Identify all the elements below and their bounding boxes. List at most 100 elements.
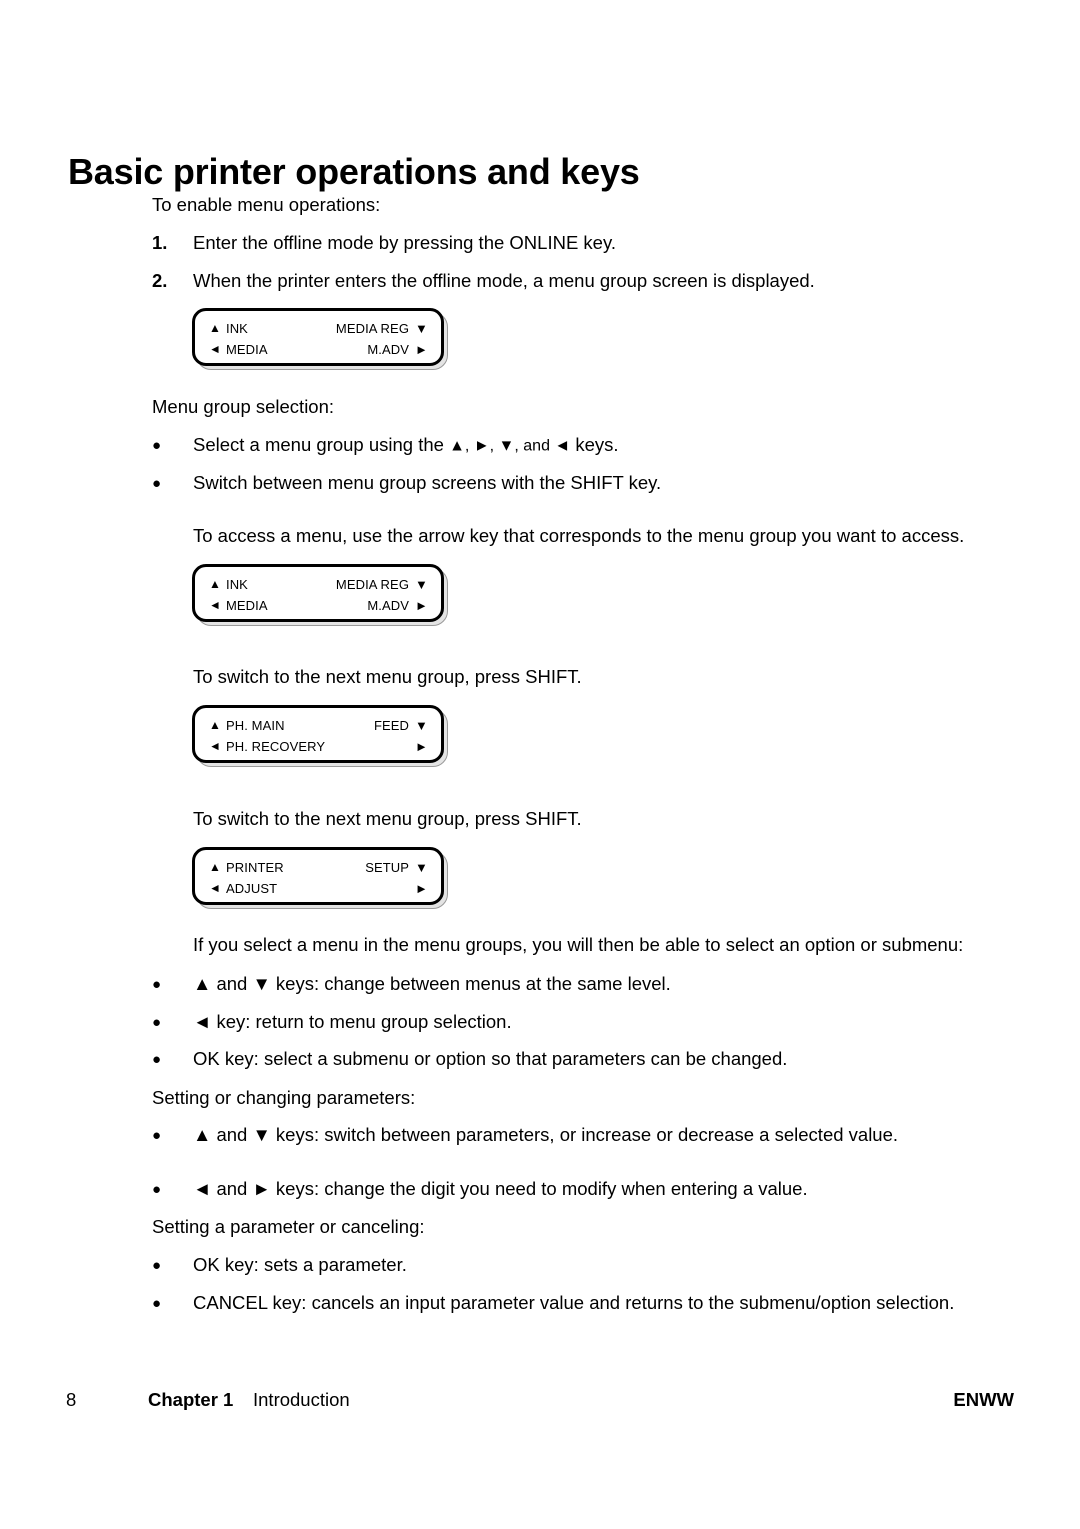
lcd-label: SETUP xyxy=(365,859,410,875)
bullet-icon: ● xyxy=(152,1257,162,1274)
bullet-icon: ● xyxy=(152,1014,162,1031)
shift-note-2: To switch to the next menu group, press … xyxy=(193,808,582,829)
left-arrow-icon: ◄ xyxy=(209,598,221,612)
lcd-cell-bottom-right: ► xyxy=(409,882,428,895)
submenu-section-lead: If you select a menu in the menu groups,… xyxy=(193,934,964,955)
lcd-label: MEDIA xyxy=(225,597,268,613)
bullet-left-right-keys-digit: ● ◄ and ► keys: change the digit you need… xyxy=(152,1177,808,1202)
lcd-cell-bottom-left: ◄ ADJUST xyxy=(209,881,277,896)
down-arrow-icon: ▼ xyxy=(415,859,428,875)
lcd-row-bottom: ◄ MEDIA M.ADV ► xyxy=(195,595,441,615)
lcd-label: INK xyxy=(225,320,248,336)
lcd-label: PH. MAIN xyxy=(225,717,285,733)
left-arrow-icon: ◄ xyxy=(209,342,221,356)
lcd-cell-top-right: SETUP ▼ xyxy=(365,860,428,875)
bullet-icon: ● xyxy=(152,1295,162,1312)
bullet-text: OK key: sets a parameter. xyxy=(193,1254,407,1275)
lcd-label: MEDIA xyxy=(225,341,268,357)
numbered-item-1: 1. Enter the offline mode by pressing the… xyxy=(152,231,616,255)
bullet-switch-menu-group: ● Switch between menu group screens with … xyxy=(152,471,661,496)
lcd-screen: ▲ INK MEDIA REG ▼ ◄ MEDIA M.ADV ► xyxy=(192,564,444,622)
lcd-cell-bottom-right: ► xyxy=(409,740,428,753)
bullet-up-down-keys-menus: ● ▲ and ▼ keys: change between menus at t… xyxy=(152,972,671,997)
bullet-text: CANCEL key: cancels an input parameter v… xyxy=(193,1292,955,1313)
lcd-row-top: ▲ INK MEDIA REG ▼ xyxy=(195,574,441,594)
intro-lead: To enable menu operations: xyxy=(152,194,381,215)
right-arrow-icon: ► xyxy=(415,880,428,896)
footer-chapter-title: Introduction xyxy=(253,1389,350,1410)
lcd-row-bottom: ◄ ADJUST ► xyxy=(195,878,441,898)
lcd-panel-menu-group-4: ▲ PRINTER SETUP ▼ ◄ ADJUST ► xyxy=(192,847,454,915)
bullet-icon: ● xyxy=(152,475,162,492)
bullet-left-key-return: ● ◄ key: return to menu group selection. xyxy=(152,1010,512,1035)
bullet-ok-key-select: ● OK key: select a submenu or option so t… xyxy=(152,1047,787,1072)
lcd-label: M.ADV xyxy=(367,341,410,357)
down-arrow-icon: ▼ xyxy=(415,717,428,733)
up-arrow-icon: ▲ xyxy=(209,577,221,591)
lcd-screen: ▲ PRINTER SETUP ▼ ◄ ADJUST ► xyxy=(192,847,444,905)
lcd-panel-menu-group-1: ▲ INK MEDIA REG ▼ ◄ MEDIA M.ADV ► xyxy=(192,308,454,376)
lcd-row-bottom: ◄ PH. RECOVERY ► xyxy=(195,736,441,756)
menu-group-selection-lead: Menu group selection: xyxy=(152,396,335,417)
bullet-select-menu-group: ● Select a menu group using the ▲, ►, ▼, … xyxy=(152,433,619,459)
lcd-panel-menu-group-2: ▲ INK MEDIA REG ▼ ◄ MEDIA M.ADV ► xyxy=(192,564,454,632)
bullet-text: ▲ and ▼ keys: switch between parameters,… xyxy=(193,1124,899,1145)
page-footer: 8 Chapter 1 Introduction ENWW xyxy=(0,1388,1080,1412)
footer-chapter: Chapter 1 xyxy=(148,1389,234,1410)
down-arrow-icon: ▼ xyxy=(415,320,428,336)
bullet-icon: ● xyxy=(152,976,162,993)
bullet-icon: ● xyxy=(152,1127,162,1144)
lcd-row-top: ▲ PH. MAIN FEED ▼ xyxy=(195,715,441,735)
shift-note-1: To switch to the next menu group, press … xyxy=(193,666,582,687)
bullet-text: ◄ key: return to menu group selection. xyxy=(193,1011,512,1032)
bullet-up-down-keys-params: ● ▲ and ▼ keys: switch between parameters… xyxy=(152,1123,898,1148)
lcd-screen: ▲ PH. MAIN FEED ▼ ◄ PH. RECOVERY ► xyxy=(192,705,444,763)
lcd-cell-bottom-left: ◄ PH. RECOVERY xyxy=(209,739,325,754)
lcd-cell-top-right: MEDIA REG ▼ xyxy=(336,321,428,336)
lcd-cell-bottom-right: M.ADV ► xyxy=(367,342,428,357)
lcd-cell-bottom-left: ◄ MEDIA xyxy=(209,342,268,357)
list-marker: 2. xyxy=(152,270,168,291)
lcd-cell-top-right: FEED ▼ xyxy=(374,718,428,733)
cancel-section-lead: Setting a parameter or canceling: xyxy=(152,1216,425,1237)
lcd-label: MEDIA REG xyxy=(335,576,410,592)
bullet-icon: ● xyxy=(152,1181,162,1198)
bullet-text: ◄ and ► keys: change the digit you need … xyxy=(193,1178,808,1199)
left-arrow-icon: ◄ xyxy=(209,739,221,753)
up-arrow-icon: ▲ xyxy=(209,321,221,335)
parameters-section-lead: Setting or changing parameters: xyxy=(152,1087,416,1108)
page-title: Basic printer operations and keys xyxy=(68,151,640,193)
footer-brand: ENWW xyxy=(953,1389,1014,1410)
lcd-row-top: ▲ PRINTER SETUP ▼ xyxy=(195,857,441,877)
bullet-text: OK key: select a submenu or option so th… xyxy=(193,1048,788,1069)
lcd-label: FEED xyxy=(373,717,410,733)
bullet-text-prefix: Select a menu group using the xyxy=(193,434,450,455)
left-arrow-icon: ◄ xyxy=(209,881,221,895)
right-arrow-icon: ► xyxy=(415,597,428,613)
list-marker: 1. xyxy=(152,232,168,253)
bullet-icon: ● xyxy=(152,1051,162,1068)
lcd-label: MEDIA REG xyxy=(335,320,410,336)
bullet-text: Switch between menu group screens with t… xyxy=(193,472,662,493)
up-arrow-icon: ▲ xyxy=(209,718,221,732)
lcd-label: PH. RECOVERY xyxy=(225,738,326,754)
down-arrow-icon: ▼ xyxy=(415,576,428,592)
lcd-cell-top-left: ▲ PH. MAIN xyxy=(209,718,285,733)
access-menu-note: To access a menu, use the arrow key that… xyxy=(193,525,965,546)
list-text: Enter the offline mode by pressing the O… xyxy=(193,232,616,253)
lcd-label: INK xyxy=(225,576,248,592)
numbered-item-2: 2. When the printer enters the offline mo… xyxy=(152,269,815,293)
list-text: When the printer enters the offline mode… xyxy=(193,270,815,291)
lcd-row-bottom: ◄ MEDIA M.ADV ► xyxy=(195,339,441,359)
footer-page-number: 8 xyxy=(66,1389,77,1410)
bullet-cancel-key: ● CANCEL key: cancels an input parameter … xyxy=(152,1291,954,1316)
lcd-screen: ▲ INK MEDIA REG ▼ ◄ MEDIA M.ADV ► xyxy=(192,308,444,366)
lcd-label: PRINTER xyxy=(225,859,284,875)
lcd-cell-bottom-left: ◄ MEDIA xyxy=(209,598,268,613)
lcd-cell-bottom-right: M.ADV ► xyxy=(367,598,428,613)
lcd-label: ADJUST xyxy=(225,880,278,896)
right-arrow-icon: ► xyxy=(415,738,428,754)
right-arrow-icon: ► xyxy=(415,341,428,357)
lcd-cell-top-left: ▲ PRINTER xyxy=(209,860,284,875)
lcd-cell-top-left: ▲ INK xyxy=(209,321,248,336)
